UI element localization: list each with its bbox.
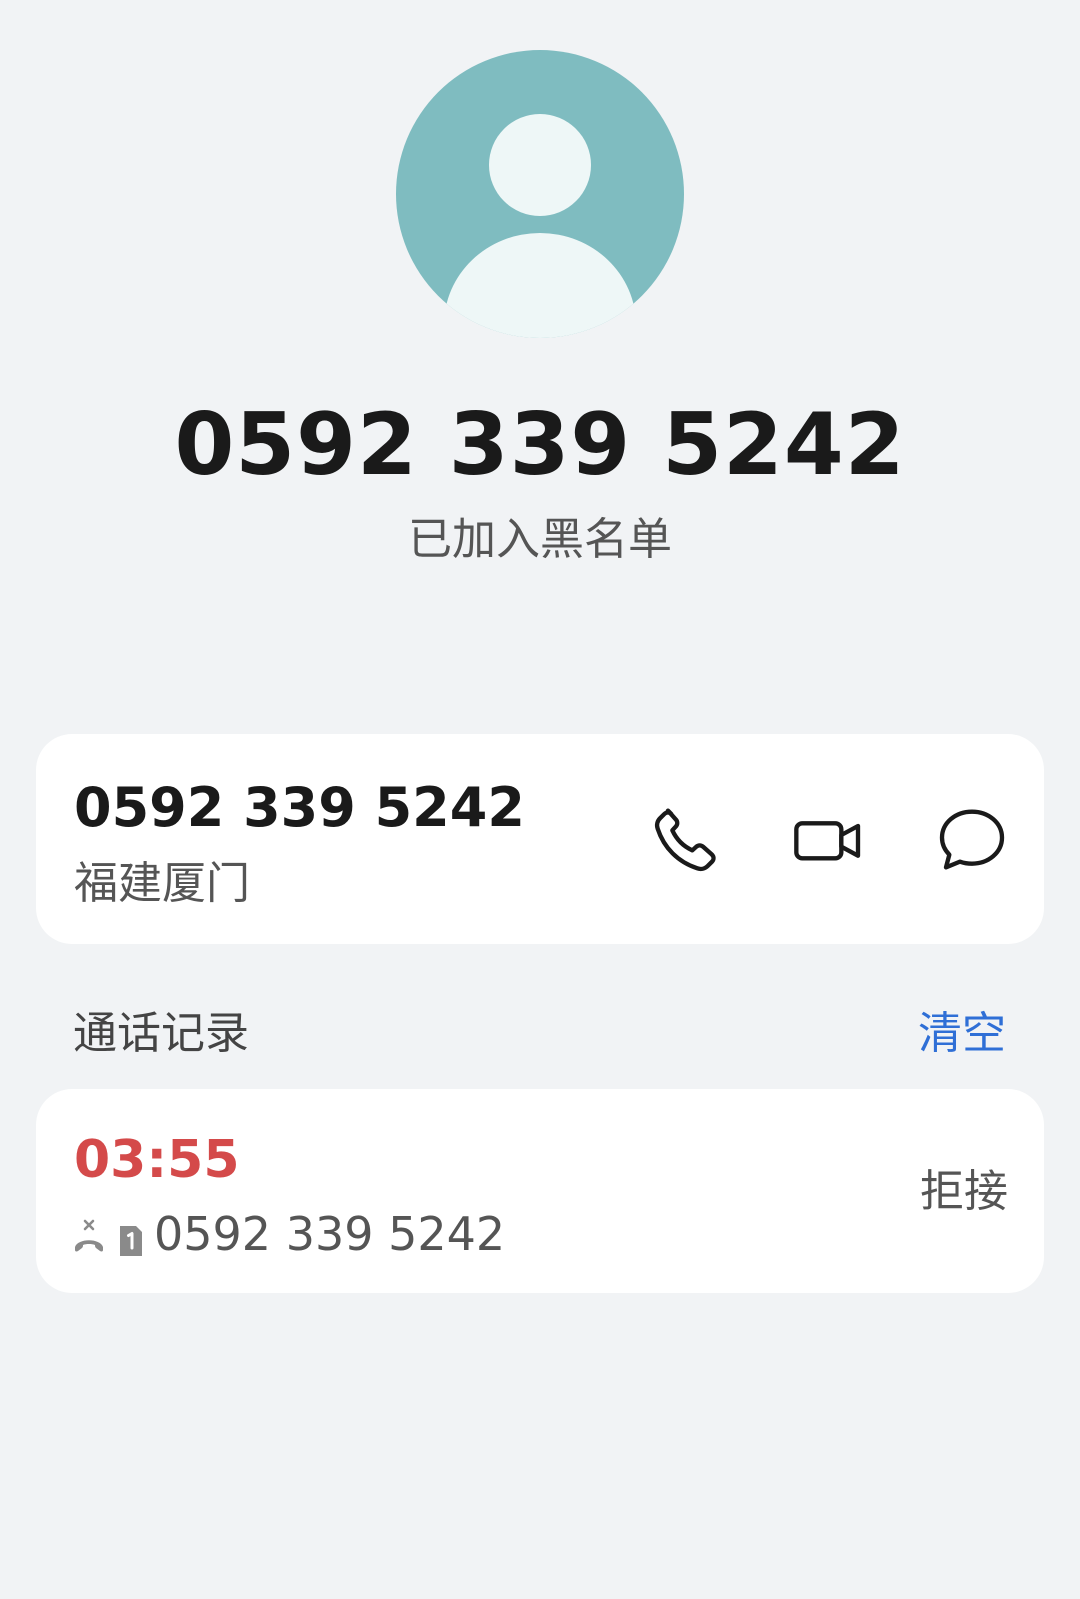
call-type-icons xyxy=(72,1217,148,1257)
contact-avatar xyxy=(396,50,684,338)
contact-location: 福建厦门 xyxy=(74,858,250,909)
video-camera-icon[interactable] xyxy=(788,800,868,880)
contact-card: 0592 339 5242 福建厦门 xyxy=(36,734,1044,944)
rejected-call-icon xyxy=(75,1219,103,1252)
blocklist-status: 已加入黑名单 xyxy=(408,514,672,565)
page-title: 0592 339 5242 xyxy=(174,395,906,495)
call-history-entry[interactable]: 03:55 0592 339 5242 拒接 xyxy=(36,1089,1044,1293)
message-bubble-icon[interactable] xyxy=(932,800,1012,880)
call-time: 03:55 xyxy=(74,1130,240,1190)
call-status: 拒接 xyxy=(920,1166,1008,1217)
sim-1-icon xyxy=(120,1226,142,1256)
phone-icon[interactable] xyxy=(646,800,726,880)
call-history-header: 通话记录 xyxy=(73,1008,249,1059)
call-number: 0592 339 5242 xyxy=(154,1207,506,1261)
clear-history-button[interactable]: 清空 xyxy=(918,1006,1006,1062)
contact-number[interactable]: 0592 339 5242 xyxy=(74,776,525,840)
person-icon xyxy=(396,50,684,338)
